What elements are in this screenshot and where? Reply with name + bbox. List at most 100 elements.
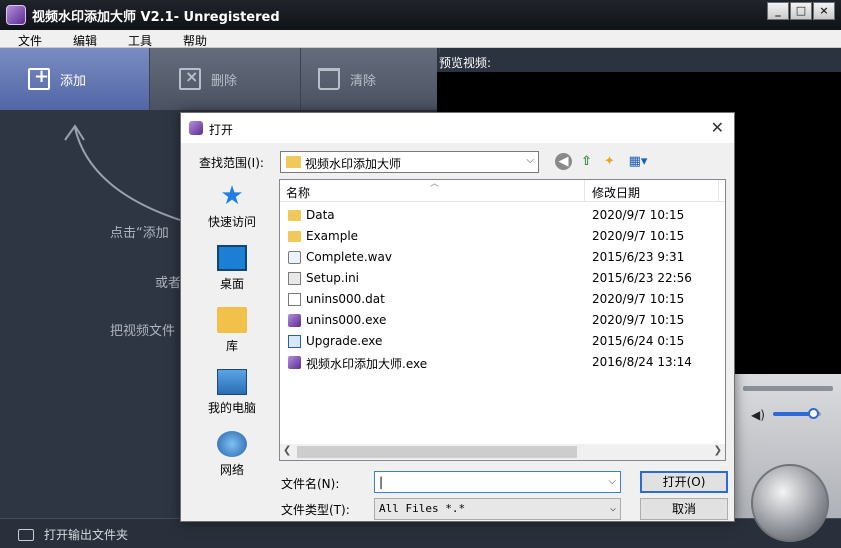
window-controls: _ □ × [767, 2, 835, 20]
maximize-button[interactable]: □ [790, 2, 812, 20]
minimize-button[interactable]: _ [767, 2, 789, 20]
file-date: 2020/9/7 10:15 [592, 313, 685, 327]
file-row[interactable]: Upgrade.exe 2015/6/24 0:15 [280, 331, 725, 352]
look-in-combo[interactable]: 视频水印添加大师 ⌵ [280, 151, 539, 173]
folder-icon [18, 528, 34, 541]
scrollbar-thumb[interactable] [297, 446, 577, 458]
chevron-down-icon: ⌵ [526, 155, 534, 166]
menu-help[interactable]: 帮助 [183, 31, 207, 49]
dialog-app-icon [189, 121, 203, 135]
file-date: 2015/6/23 22:56 [592, 271, 692, 285]
star-icon: ★ [220, 181, 244, 211]
close-button[interactable]: × [813, 2, 835, 20]
volume-knob[interactable] [807, 408, 819, 419]
filename-label: 文件名(N): [281, 477, 340, 491]
dialog-close-icon[interactable]: ✕ [711, 118, 724, 137]
scroll-left-icon[interactable]: ❮ [283, 445, 291, 456]
delete-file-icon [179, 67, 201, 90]
chevron-down-icon[interactable]: ⌵ [608, 472, 616, 492]
file-icon [288, 335, 301, 348]
place-label: 快速访问 [207, 215, 256, 229]
file-date: 2020/9/7 10:15 [592, 292, 685, 306]
look-in-label: 查找范围(I): [199, 156, 264, 170]
file-icon [288, 314, 301, 327]
trash-icon [318, 68, 340, 90]
player-controls: ◀) [735, 374, 841, 542]
desktop-icon [217, 245, 247, 271]
filetype-label: 文件类型(T): [281, 503, 350, 517]
file-row[interactable]: unins000.dat 2020/9/7 10:15 [280, 289, 725, 310]
toolbar: 添加 删除 清除 [0, 48, 440, 110]
file-icon [288, 251, 301, 264]
delete-button-label: 删除 [211, 73, 238, 89]
file-row[interactable]: 视频水印添加大师.exe 2016/8/24 13:14 [280, 352, 725, 373]
place-quick-access[interactable]: ★ 快速访问 [187, 179, 277, 235]
file-date: 2020/9/7 10:15 [592, 229, 685, 243]
filename-input[interactable]: | ⌵ [374, 471, 621, 493]
file-name: Complete.wav [306, 250, 392, 264]
file-name: unins000.dat [306, 292, 385, 306]
cancel-button[interactable]: 取消 [640, 498, 728, 520]
preview-label: 预览视频: [437, 54, 841, 72]
computer-icon [217, 369, 247, 395]
filetype-select[interactable]: All Files *.* ⌵ [374, 498, 621, 520]
add-button-label: 添加 [60, 73, 87, 89]
file-name: Setup.ini [306, 271, 360, 285]
open-button[interactable]: 打开(O) [640, 471, 728, 493]
place-label: 网络 [219, 463, 244, 477]
file-date: 2015/6/23 9:31 [592, 250, 685, 264]
file-row[interactable]: Setup.ini 2015/6/23 22:56 [280, 268, 725, 289]
file-name: Upgrade.exe [306, 334, 383, 348]
file-date: 2015/6/24 0:15 [592, 334, 685, 348]
bottom-bar: 打开输出文件夹 [0, 518, 841, 548]
clear-button-label: 清除 [350, 73, 377, 89]
clear-button[interactable]: 清除 [290, 48, 440, 110]
open-output-folder-button[interactable]: 打开输出文件夹 [18, 526, 128, 543]
file-row[interactable]: unins000.exe 2020/9/7 10:15 [280, 310, 725, 331]
play-button[interactable] [751, 464, 829, 542]
place-my-computer[interactable]: 我的电脑 [187, 365, 277, 421]
horizontal-scrollbar[interactable]: ❮ ❯ [280, 444, 725, 460]
column-divider[interactable] [718, 180, 719, 202]
file-date: 2020/9/7 10:15 [592, 208, 685, 222]
file-row[interactable]: Data 2020/9/7 10:15 [280, 205, 725, 226]
dialog-title: 打开 [209, 123, 234, 137]
menu-tools[interactable]: 工具 [128, 31, 152, 49]
column-divider[interactable] [584, 180, 585, 202]
up-folder-icon[interactable]: ⇧ [578, 153, 595, 170]
curved-arrow-icon [64, 124, 181, 221]
place-desktop[interactable]: 桌面 [187, 241, 277, 297]
delete-button[interactable]: 删除 [151, 48, 301, 110]
folder-icon [286, 156, 301, 168]
chevron-down-icon: ⌵ [609, 503, 616, 514]
file-name: Example [306, 229, 359, 243]
place-label: 库 [225, 339, 238, 353]
add-button[interactable]: 添加 [0, 48, 150, 110]
hint-line-1: 点击“添加 [110, 226, 169, 241]
look-in-value: 视频水印添加大师 [305, 157, 402, 171]
place-network[interactable]: 网络 [187, 427, 277, 483]
dialog-title-bar: 打开 ✕ [181, 113, 734, 143]
file-date: 2016/8/24 13:14 [592, 355, 692, 369]
back-icon[interactable]: ◀ [555, 153, 572, 170]
view-menu-icon[interactable]: ▦▾ [624, 153, 652, 170]
place-label: 我的电脑 [207, 401, 256, 415]
file-row[interactable]: Example 2020/9/7 10:15 [280, 226, 725, 247]
column-date-header[interactable]: 修改日期 [592, 184, 640, 201]
menu-edit[interactable]: 编辑 [73, 31, 97, 49]
hint-line-3: 把视频文件 [110, 324, 176, 339]
place-library[interactable]: 库 [187, 303, 277, 359]
file-name: 视频水印添加大师.exe [306, 357, 428, 371]
new-folder-icon[interactable]: ✦ [601, 153, 618, 170]
file-icon [288, 356, 301, 369]
app-title-bar: 视频水印添加大师 V2.1- Unregistered _ □ × [0, 0, 841, 30]
folder-icon [288, 210, 301, 221]
app-title: 视频水印添加大师 V2.1- Unregistered [32, 10, 280, 25]
menu-file[interactable]: 文件 [18, 31, 42, 49]
library-icon [217, 307, 247, 333]
column-name-header[interactable]: 名称 [286, 184, 310, 201]
scroll-right-icon[interactable]: ❯ [714, 445, 722, 456]
filename-value: | [379, 475, 384, 489]
file-row[interactable]: Complete.wav 2015/6/23 9:31 [280, 247, 725, 268]
playback-progress-slider[interactable] [743, 386, 833, 391]
